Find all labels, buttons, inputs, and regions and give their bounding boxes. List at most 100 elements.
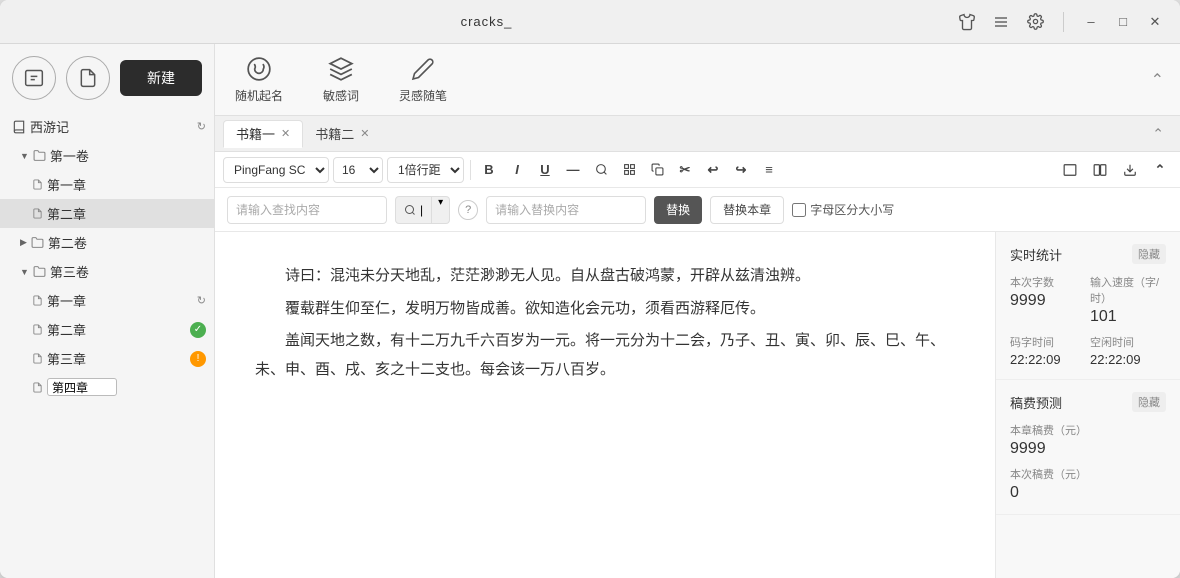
find-toolbar-btn[interactable] [589,158,613,182]
toolbar-item-random-name[interactable]: 随机起名 [235,55,283,104]
doc-icon [32,353,43,364]
typing-time-value: 22:22:09 [1010,352,1086,367]
input-speed-item: 输入速度（字/时） 101 [1090,274,1166,326]
idle-time-item: 空闲时间 22:22:09 [1090,334,1166,367]
view-toggle-btn1[interactable] [1058,158,1082,182]
sensitive-icon [327,55,355,83]
chapter-name-input[interactable] [47,378,117,396]
underline-button[interactable]: U [533,158,557,182]
minimize-button[interactable]: – [1082,13,1100,31]
toolbar-item-sensitive[interactable]: 敏感词 [323,55,359,104]
italic-button[interactable]: I [505,158,529,182]
view-toggle-btn2[interactable] [1088,158,1112,182]
maximize-button[interactable]: □ [1114,13,1132,31]
book-tree: 西游记 ↻ ▼ 第一卷 第一章 [0,108,214,578]
tree-item-xiyouji[interactable]: 西游记 ↻ [0,112,214,141]
spacing-select[interactable]: 1倍行距 [387,157,464,183]
tab-1[interactable]: 书籍一 ✕ [223,120,303,148]
fee-prediction: 稿费预测 隐藏 本章稿费（元） 9999 本次稿费（元） 0 [996,380,1180,515]
sync-icon: ↻ [197,294,206,307]
doc-icon [32,382,43,393]
tab-2-close[interactable]: ✕ [360,127,369,140]
replace-input[interactable] [486,196,646,224]
toolbar-item-inspiration[interactable]: 灵感随笔 [399,55,447,104]
predict-title: 稿费预测 [1010,393,1062,412]
redo-btn[interactable]: ↪ [729,158,753,182]
tree-item-juan3[interactable]: ▼ 第三卷 [0,257,214,286]
new-button[interactable]: 新建 [120,60,202,96]
predict-hide-btn[interactable]: 隐藏 [1132,392,1166,412]
editor-area[interactable]: 诗曰：混沌未分天地乱，茫茫渺渺无人见。自从盘古破鸿蒙，开辟从兹清浊辨。 覆载群生… [215,232,995,578]
paragraph-btn[interactable]: ≡ [757,158,781,182]
scissors-btn[interactable]: ✂ [673,158,697,182]
stats-panel: 实时统计 隐藏 本次字数 9999 输入速度（字/时） 101 [995,232,1180,578]
tabs-collapse-btn[interactable]: ⌃ [1152,125,1164,142]
editor-collapse-btn[interactable]: ⌃ [1148,158,1172,182]
refresh-icon[interactable]: ↻ [197,120,206,133]
settings-icon[interactable] [1025,12,1045,32]
tree-label: 第二章 [47,320,186,339]
tab-1-close[interactable]: ✕ [281,127,290,140]
tree-item-j3zhang1[interactable]: 第一章 ↻ [0,286,214,315]
find-arrow-btn[interactable]: ▾ [432,196,450,224]
tree-item-j3zhang2[interactable]: 第二章 ✓ [0,315,214,344]
triangle-icon: ▼ [20,151,29,161]
search-btn-label: | [420,203,423,217]
strikethrough-button[interactable]: — [561,158,585,182]
triangle-icon: ▶ [20,237,27,248]
tree-item-zhang2[interactable]: 第二章 [0,199,214,228]
tree-item-juan2[interactable]: ▶ 第二卷 [0,228,214,257]
copy-btn[interactable] [645,158,669,182]
editor-para-2: 覆载群生仰至仁，发明万物皆成善。欲知造化会元功，须看西游释厄传。 [255,295,955,324]
size-select[interactable]: 16 [333,157,383,183]
word-count-item: 本次字数 9999 [1010,274,1086,326]
chapter-fee-item: 本章稿费（元） 9999 [1010,422,1166,458]
case-checkbox-input[interactable] [792,203,806,217]
doc-icon-btn[interactable] [66,56,110,100]
user-icon-btn[interactable] [12,56,56,100]
tree-item-j3zhang3[interactable]: 第三章 ! [0,344,214,373]
replace-button[interactable]: 替换 [654,196,702,224]
help-button[interactable]: ? [458,200,478,220]
typing-time-label: 码字时间 [1010,334,1086,350]
doc-icon [32,324,43,335]
tree-label: 第二卷 [48,233,206,252]
tab-2[interactable]: 书籍二 ✕ [303,120,381,148]
tree-item-juan1[interactable]: ▼ 第一卷 [0,141,214,170]
input-speed-value: 101 [1090,308,1166,326]
window-title: cracks_ [16,14,957,29]
download-btn[interactable] [1118,158,1142,182]
app-window: cracks_ – □ ✕ [0,0,1180,578]
folder-icon [31,236,44,249]
close-button[interactable]: ✕ [1146,13,1164,31]
chapter-fee-label: 本章稿费（元） [1010,422,1166,438]
doc-icon [32,208,43,219]
full-screen-btn[interactable] [617,158,641,182]
fee-grid: 本章稿费（元） 9999 本次稿费（元） 0 [1010,422,1166,502]
random-name-icon [245,55,273,83]
doc-icon [32,295,43,306]
tree-item-zhang1[interactable]: 第一章 [0,170,214,199]
shirt-icon[interactable] [957,12,977,32]
bold-button[interactable]: B [477,158,501,182]
toolbar-collapse-btn[interactable]: ⌃ [1151,70,1164,90]
titlebar-separator [1063,12,1064,32]
this-fee-label: 本次稿费（元） [1010,466,1166,482]
sidebar: 新建 西游记 ↻ ▼ 第一卷 [0,44,215,578]
realtime-hide-btn[interactable]: 隐藏 [1132,244,1166,264]
replace-all-button[interactable]: 替换本章 [710,196,784,224]
case-checkbox[interactable]: 字母区分大小写 [792,201,894,218]
menu-icon[interactable] [991,12,1011,32]
typing-time-item: 码字时间 22:22:09 [1010,334,1086,367]
book-icon [12,120,26,134]
idle-time-label: 空闲时间 [1090,334,1166,350]
font-select[interactable]: PingFang SC [223,157,329,183]
fee-header: 稿费预测 隐藏 [1010,392,1166,412]
find-input[interactable] [227,196,387,224]
tree-item-j3zhang4[interactable] [0,373,214,401]
search-button[interactable]: | [395,196,432,224]
sidebar-top: 新建 [0,44,214,108]
tabs-bar: 书籍一 ✕ 书籍二 ✕ ⌃ [215,116,1180,152]
undo-btn[interactable]: ↩ [701,158,725,182]
tab-2-label: 书籍二 [315,124,354,143]
